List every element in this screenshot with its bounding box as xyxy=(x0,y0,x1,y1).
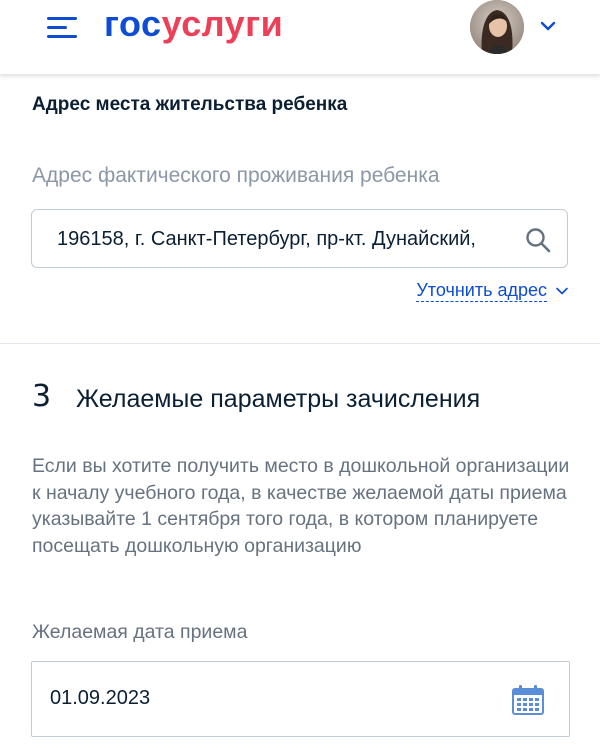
chevron-down-icon xyxy=(556,287,568,294)
chevron-down-icon[interactable] xyxy=(538,16,558,36)
logo-uslugi-text: услуги xyxy=(161,3,284,44)
calendar-icon[interactable] xyxy=(511,684,545,716)
address-input[interactable]: 196158, г. Санкт-Петербург, пр-кт. Дунай… xyxy=(31,209,568,268)
step-number: 3 xyxy=(32,379,52,414)
step-title: Желаемые параметры зачисления xyxy=(76,385,481,413)
search-icon[interactable] xyxy=(524,226,552,254)
burger-line xyxy=(47,35,77,38)
desired-date-value: 01.09.2023 xyxy=(50,687,151,709)
gosuslugi-logo[interactable]: госуслуги xyxy=(104,2,283,46)
header: госуслуги xyxy=(0,0,600,75)
burger-line xyxy=(47,26,67,29)
burger-line xyxy=(47,17,77,20)
avatar-image xyxy=(470,0,524,54)
section-divider xyxy=(0,343,600,344)
user-avatar[interactable] xyxy=(470,0,524,54)
address-section-title: Адрес места жительства ребенка xyxy=(32,94,348,115)
desired-date-label: Желаемая дата приема xyxy=(32,621,248,643)
burger-menu-icon[interactable] xyxy=(45,12,81,42)
clarify-address-label: Уточнить адрес xyxy=(416,280,547,302)
desired-date-input[interactable]: 01.09.2023 xyxy=(31,661,570,737)
clarify-address-link[interactable]: Уточнить адрес xyxy=(416,279,569,302)
logo-gos-text: гос xyxy=(104,3,162,44)
enrollment-hint-text: Если вы хотите получить место в дошкольн… xyxy=(32,455,570,557)
address-field-label: Адрес фактического проживания ребенка xyxy=(32,164,440,187)
address-input-value: 196158, г. Санкт-Петербург, пр-кт. Дунай… xyxy=(57,228,476,250)
